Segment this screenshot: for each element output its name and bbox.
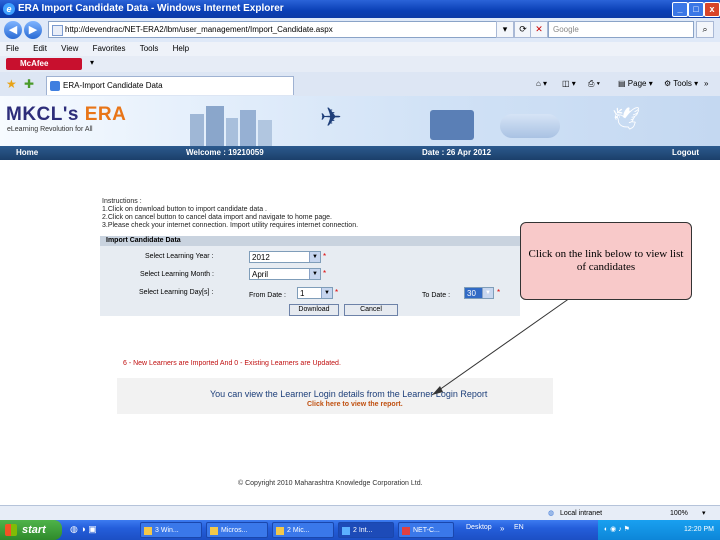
- folder-icon: [144, 527, 152, 535]
- task-net-c[interactable]: NET-C...: [398, 522, 454, 538]
- desktop-toolbar[interactable]: Desktop: [466, 524, 492, 531]
- more-chevron-icon[interactable]: »: [500, 524, 504, 533]
- zoom-level[interactable]: 100%: [670, 506, 688, 521]
- windows-flag-icon: [5, 524, 17, 536]
- callout-text: Click on the link below to view list of …: [528, 248, 684, 273]
- app-icon: [402, 527, 410, 535]
- tray-icons[interactable]: ◐ ◉ ♪ ⚑: [604, 520, 630, 540]
- start-label: start: [22, 524, 46, 536]
- chevron-down-icon[interactable]: ▾: [702, 506, 706, 521]
- task-label: 2 Mic...: [287, 527, 310, 534]
- task-internet-explorer[interactable]: 2 Int...: [338, 522, 394, 538]
- taskbar: start ◍ ◑ ▣ 3 Win... Micros... 2 Mic... …: [0, 520, 720, 540]
- clock: 12:20 PM: [684, 526, 714, 533]
- callout-box: Click on the link below to view list of …: [520, 222, 692, 300]
- language-indicator[interactable]: EN: [514, 524, 524, 531]
- task-label: 2 Int...: [353, 527, 373, 534]
- task-label: Micros...: [221, 527, 248, 534]
- task-microsoft[interactable]: Micros...: [206, 522, 268, 538]
- task-windows-explorer[interactable]: 3 Win...: [140, 522, 202, 538]
- task-label: 3 Win...: [155, 527, 179, 534]
- globe-icon: ◍: [548, 510, 555, 517]
- start-button[interactable]: start: [0, 520, 62, 540]
- ie-icon: [342, 527, 350, 535]
- office-icon: [276, 527, 284, 535]
- app-icon: [210, 527, 218, 535]
- task-label: NET-C...: [413, 527, 440, 534]
- quick-launch-icons[interactable]: ◍ ◑ ▣: [70, 524, 97, 535]
- status-bar: ◍ Local intranet 100% ▾: [0, 505, 720, 521]
- system-tray: ◐ ◉ ♪ ⚑ 12:20 PM: [598, 520, 720, 540]
- task-microsoft-office[interactable]: 2 Mic...: [272, 522, 334, 538]
- zone-text: Local intranet: [560, 510, 603, 517]
